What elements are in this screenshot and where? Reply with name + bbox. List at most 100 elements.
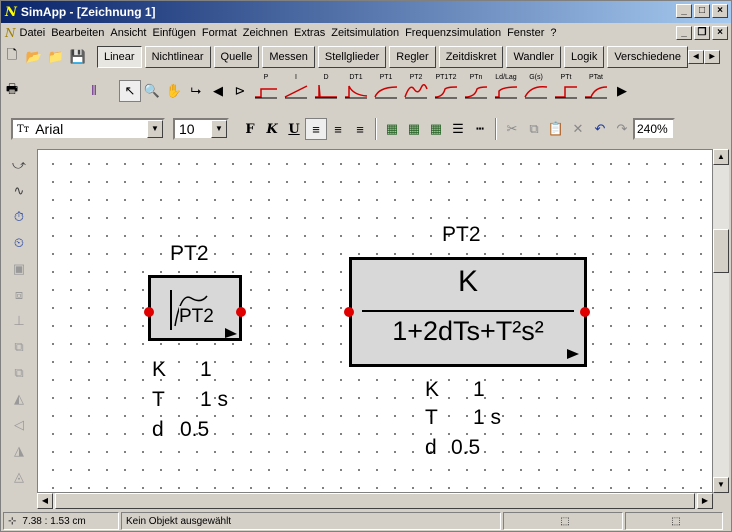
redo-icon[interactable]: ↷ xyxy=(611,118,633,140)
mdi-close-button[interactable]: × xyxy=(712,26,728,40)
horizontal-scrollbar[interactable]: ◀ ▶ xyxy=(37,493,713,509)
horizontal-scroll-thumb[interactable] xyxy=(55,493,695,509)
italic-button[interactable]: K xyxy=(261,118,283,140)
tab-scroll-right-icon[interactable]: ▸ xyxy=(703,50,720,64)
save-icon[interactable]: 💾 xyxy=(67,46,89,68)
print-icon[interactable]: 🖶 xyxy=(1,80,23,102)
select-arrow-icon[interactable]: ↖ xyxy=(119,80,141,102)
scroll-down-icon[interactable]: ▼ xyxy=(713,477,729,493)
block-ptt[interactable]: PTt xyxy=(551,74,581,108)
tab-verschiedene[interactable]: Verschiedene xyxy=(607,46,688,68)
scope-icon[interactable]: ⫴ xyxy=(83,80,105,102)
tab-nichtlinear[interactable]: Nichtlinear xyxy=(144,46,211,68)
big-block-output-port[interactable] xyxy=(580,307,590,317)
align-right-icon[interactable]: ≡ xyxy=(349,118,371,140)
scroll-up-icon[interactable]: ▲ xyxy=(713,149,729,165)
scroll-left-icon[interactable]: ◀ xyxy=(37,493,53,509)
vertical-scroll-thumb[interactable] xyxy=(713,229,729,273)
scroll-right-icon[interactable]: ▶ xyxy=(697,493,713,509)
block-pt2[interactable]: PT2 xyxy=(401,74,431,108)
menu-zeichnen[interactable]: Zeichnen xyxy=(243,27,294,39)
tab-regler[interactable]: Regler xyxy=(389,46,436,68)
mdi-minimize-button[interactable]: _ xyxy=(676,26,692,40)
delete-icon[interactable]: ✕ xyxy=(567,118,589,140)
block-pt1t2[interactable]: PT1T2 xyxy=(431,74,461,108)
grid-snap-icon[interactable]: ▦ xyxy=(403,118,425,140)
palette-right-icon[interactable]: ▶ xyxy=(611,80,633,102)
mdi-restore-button[interactable]: ❐ xyxy=(694,26,710,40)
flip-vertical-icon[interactable]: ◁ xyxy=(7,415,31,435)
menu-bearbeiten[interactable]: Bearbeiten xyxy=(51,27,110,39)
align-icon[interactable]: ⊥ xyxy=(7,311,31,331)
align-center-icon[interactable]: ≡ xyxy=(327,118,349,140)
tab-scroll-left-icon[interactable]: ◂ xyxy=(687,50,704,64)
menu-datei[interactable]: Datei xyxy=(20,27,52,39)
block-ptat[interactable]: PTat xyxy=(581,74,611,108)
line-width-icon[interactable]: ☰ xyxy=(447,118,469,140)
block-d[interactable]: D xyxy=(311,74,341,108)
tab-wandler[interactable]: Wandler xyxy=(506,46,562,68)
menu-extras[interactable]: Extras xyxy=(294,27,331,39)
menu-einfuegen[interactable]: Einfügen xyxy=(152,27,201,39)
tab-linear[interactable]: Linear xyxy=(97,46,142,68)
vertical-scrollbar[interactable]: ▲ ▼ xyxy=(713,149,729,493)
send-back-icon[interactable]: ⧉ xyxy=(7,363,31,383)
paste-icon[interactable]: 📋 xyxy=(545,118,567,140)
tab-stellglieder[interactable]: Stellglieder xyxy=(317,46,387,68)
menu-fenster[interactable]: Fenster xyxy=(507,27,550,39)
maximize-button[interactable]: □ xyxy=(694,4,710,18)
tab-quelle[interactable]: Quelle xyxy=(213,46,260,68)
tab-zeitdiskret[interactable]: Zeitdiskret xyxy=(438,46,504,68)
undo-icon[interactable]: ↶ xyxy=(589,118,611,140)
align-left-icon[interactable]: ≡ xyxy=(305,118,327,140)
frequency-response-icon[interactable]: ∿ xyxy=(7,181,31,201)
palette-left-icon[interactable]: ◀ xyxy=(207,80,229,102)
zoom-icon[interactable]: 🔍 xyxy=(141,80,163,102)
block-gs[interactable]: G(s) xyxy=(521,74,551,108)
zoom-field[interactable]: 240% xyxy=(633,118,675,140)
document-icon[interactable]: N xyxy=(5,26,16,40)
small-block-output-port[interactable] xyxy=(236,307,246,317)
connect-wire-icon[interactable]: ⮡ xyxy=(185,80,207,102)
open-folder-icon[interactable]: 📂 xyxy=(23,46,45,68)
block-i[interactable]: I xyxy=(281,74,311,108)
menu-frequenzsimulation[interactable]: Frequenzsimulation xyxy=(405,27,507,39)
line-style-icon[interactable]: ┅ xyxy=(469,118,491,140)
group-icon[interactable]: ▣ xyxy=(7,259,31,279)
menu-help[interactable]: ? xyxy=(550,27,562,39)
flip-horizontal-icon[interactable]: ◭ xyxy=(7,389,31,409)
big-block-input-port[interactable] xyxy=(344,307,354,317)
step-response-icon[interactable]: ⤻ xyxy=(7,155,31,175)
block-ldlag[interactable]: Ld/Lag xyxy=(491,74,521,108)
dropdown-arrow-icon[interactable]: ▼ xyxy=(211,120,227,138)
block-ptn[interactable]: PTn xyxy=(461,74,491,108)
menu-format[interactable]: Format xyxy=(202,27,243,39)
pt2-small-block[interactable]: PT2 xyxy=(148,275,242,341)
block-dt1[interactable]: DT1 xyxy=(341,74,371,108)
new-file-icon[interactable]: 🗋 xyxy=(1,46,23,68)
time-sim-icon[interactable]: ⏱ xyxy=(7,207,31,227)
summing-junction-icon[interactable]: ⊳ xyxy=(229,80,251,102)
cut-icon[interactable]: ✂ xyxy=(501,118,523,140)
block-p[interactable]: P xyxy=(251,74,281,108)
bring-front-icon[interactable]: ⧉ xyxy=(7,337,31,357)
minimize-button[interactable]: _ xyxy=(676,4,692,18)
menu-ansicht[interactable]: Ansicht xyxy=(110,27,152,39)
hand-pan-icon[interactable]: ✋ xyxy=(163,80,185,102)
drawing-canvas[interactable]: PT2 PT2 K 1 T 1 s d 0.5 PT2 K 1+2dTs+T²s… xyxy=(37,149,713,493)
pt2-transfer-function-block[interactable]: K 1+2dTs+T²s² xyxy=(349,257,587,367)
font-size-select[interactable]: 10 ▼ xyxy=(173,118,229,140)
tab-messen[interactable]: Messen xyxy=(262,46,315,68)
grid-options-icon[interactable]: ▦ xyxy=(425,118,447,140)
copy-icon[interactable]: ⧉ xyxy=(523,118,545,140)
underline-button[interactable]: U xyxy=(283,118,305,140)
rotate-right-icon[interactable]: ◬ xyxy=(7,467,31,487)
freq-sim-icon[interactable]: ⏲ xyxy=(7,233,31,253)
menu-zeitsimulation[interactable]: Zeitsimulation xyxy=(331,27,405,39)
bold-button[interactable]: F xyxy=(239,118,261,140)
block-pt1[interactable]: PT1 xyxy=(371,74,401,108)
grid-icon[interactable]: ▦ xyxy=(381,118,403,140)
close-button[interactable]: × xyxy=(712,4,728,18)
dropdown-arrow-icon[interactable]: ▼ xyxy=(147,120,163,138)
tab-logik[interactable]: Logik xyxy=(564,46,605,68)
